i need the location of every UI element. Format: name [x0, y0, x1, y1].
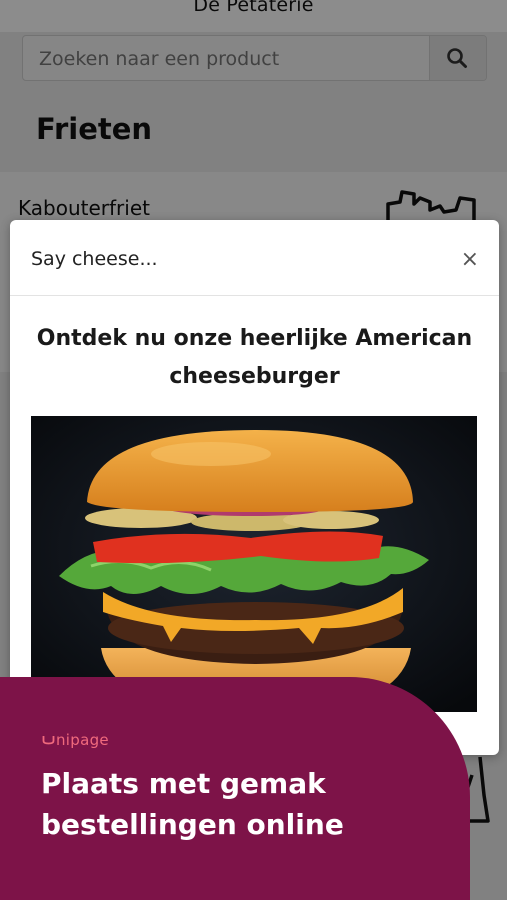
unipage-banner[interactable]: nipage Plaats met gemak bestellingen onl…	[0, 677, 470, 900]
burger-illustration	[31, 416, 477, 712]
modal-title: Say cheese...	[31, 248, 158, 270]
unipage-logo-text: nipage	[56, 731, 109, 749]
cheeseburger-image	[31, 416, 477, 712]
close-button[interactable]: ×	[461, 249, 479, 271]
unipage-logo: nipage	[42, 731, 109, 749]
banner-headline: Plaats met gemak bestellingen online	[41, 767, 344, 841]
modal-header: Say cheese... ×	[10, 220, 499, 296]
unipage-logo-mark-icon	[42, 736, 55, 745]
modal-heading: Ontdek nu onze heerlijke American cheese…	[36, 326, 473, 389]
promo-modal: Say cheese... × Ontdek nu onze heerlijke…	[10, 220, 499, 755]
